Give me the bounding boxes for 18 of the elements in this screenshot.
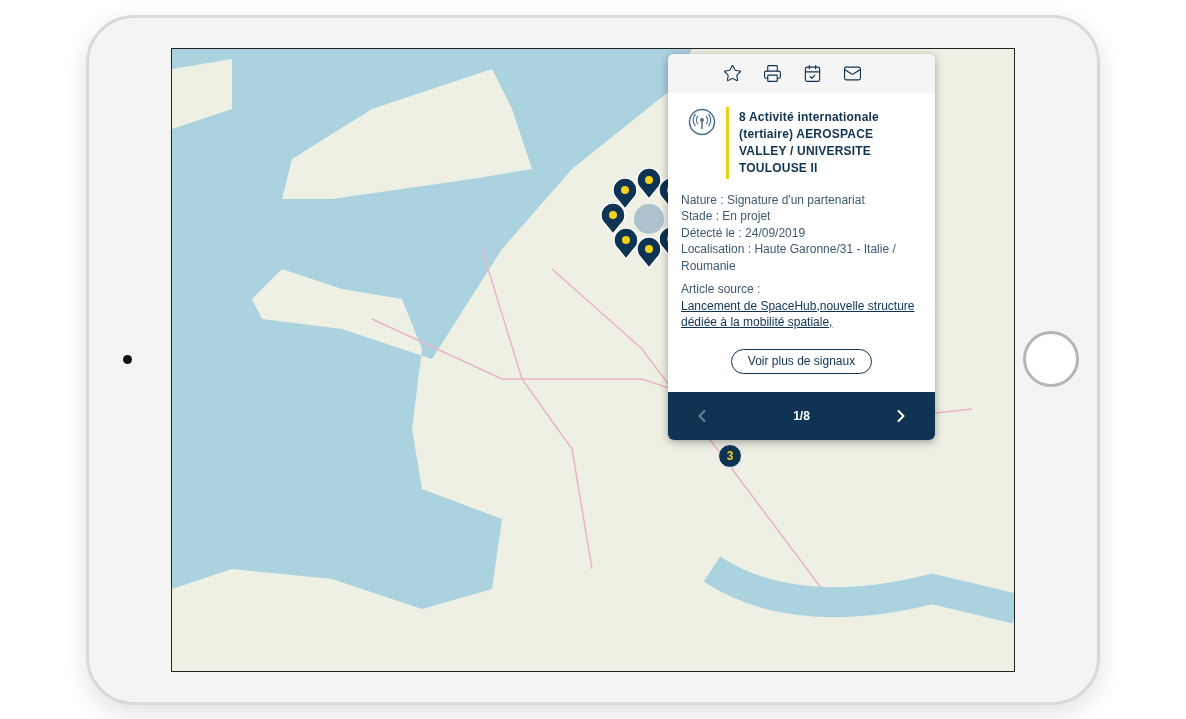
detail-text: Nature : Signature d'un partenariat [681,191,866,208]
page-counter: 1/8 [793,407,810,425]
map-pin-icon[interactable] [636,167,662,200]
map-pin-icon[interactable] [612,177,638,210]
star-icon[interactable] [723,63,742,83]
detail-text: Localisation : Haute Garonne/31 - Italie / Roumanie [681,241,897,274]
calendar-icon[interactable] [803,63,822,83]
source-link[interactable]: Lancement de SpaceHub,nouvelle structure dédiée à la mobilité spatiale, [681,297,922,331]
detail-text: Stade : En projet [681,208,772,225]
printer-icon[interactable] [763,63,782,83]
signal-broadcast-icon [688,107,716,136]
more-signals-button[interactable]: Voir plus de signaux [730,348,873,374]
signal-title: 8 Activité internationale (tertiaire) AEROSPACE VALLEY / UNIVERSITE TOULOUSE II [739,108,880,177]
detail-text: Détecté le : 24/09/2019 [681,224,807,241]
source-label: Article source : [681,281,762,298]
map-pin-icon[interactable] [636,236,662,269]
map-pin-icon[interactable] [613,227,639,260]
map-pin-icon[interactable] [600,202,626,235]
